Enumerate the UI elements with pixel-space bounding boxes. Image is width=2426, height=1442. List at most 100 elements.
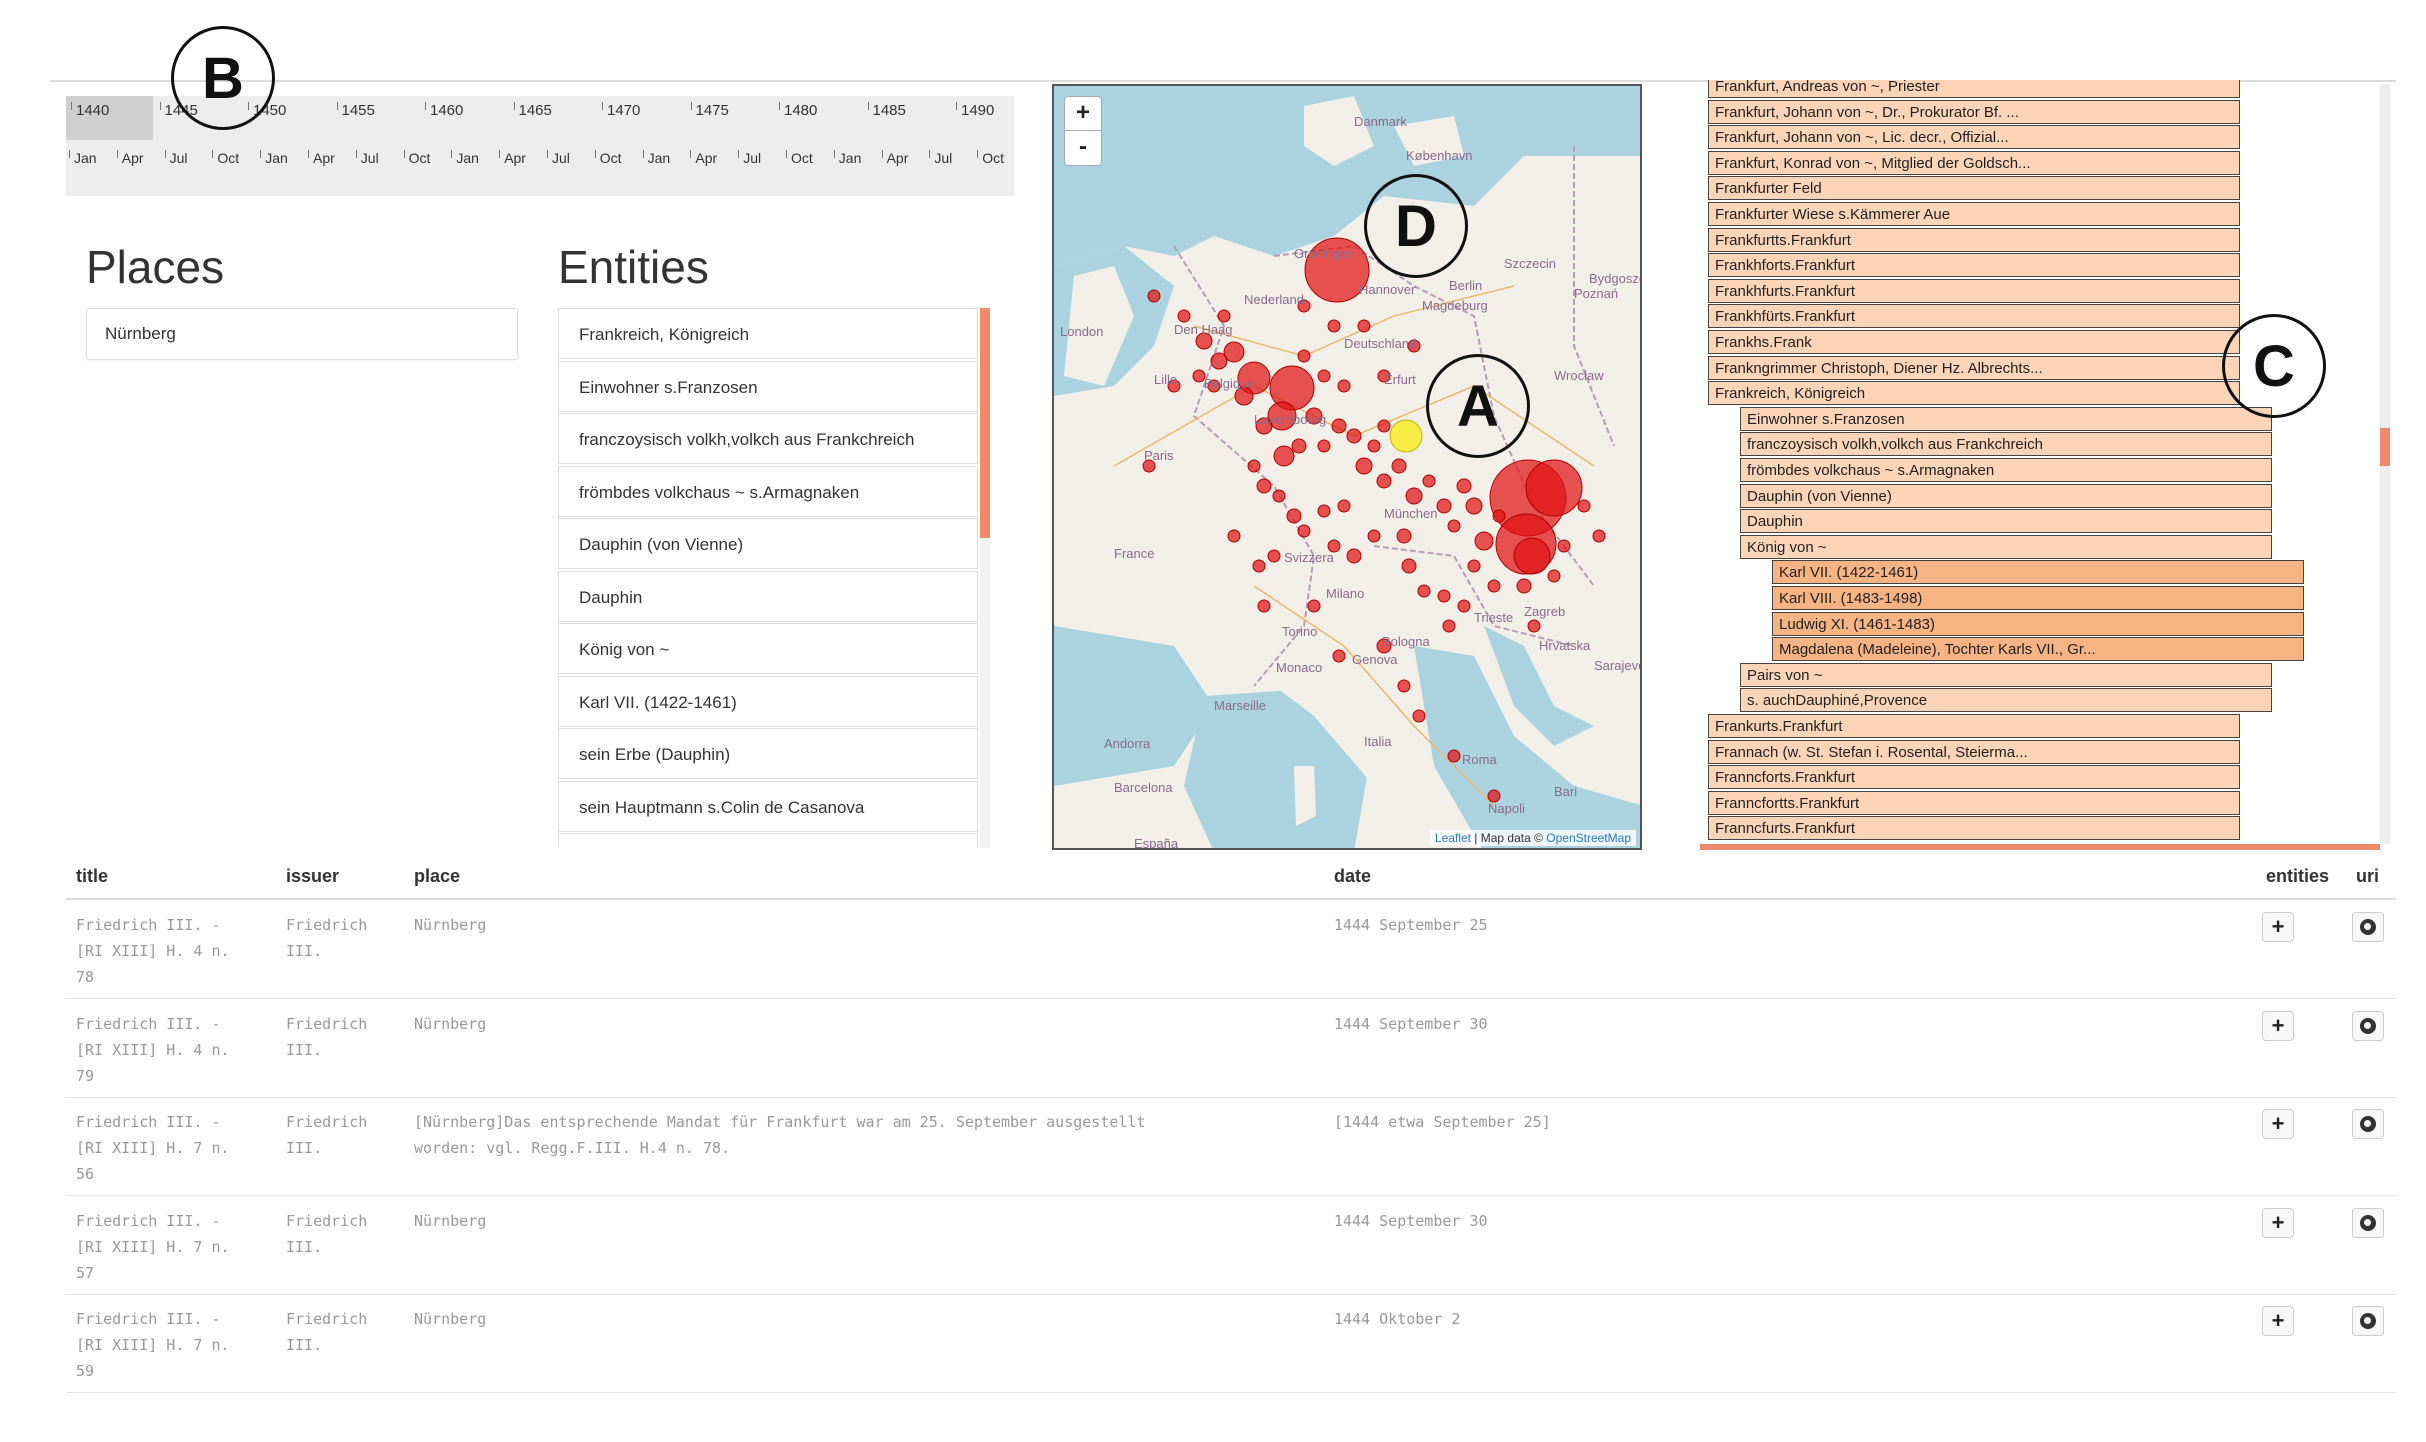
tree-node[interactable]: Magdalena (Madeleine), Tochter Karls VII…	[1772, 637, 2304, 662]
places-list-item[interactable]: Nürnberg	[86, 308, 518, 360]
annotation-a: A	[1426, 354, 1530, 458]
map-place-label: Berlin	[1449, 278, 1483, 293]
tree-node[interactable]: Ludwig XI. (1461-1483)	[1772, 611, 2304, 636]
entity-label: Dauphin (von Vienne)	[579, 535, 744, 554]
map-place-label: España	[1134, 836, 1179, 850]
entity-list-item[interactable]: Einwohner s.Franzosen	[558, 360, 978, 412]
globe-icon	[2360, 1214, 2376, 1231]
add-entities-button[interactable]: +	[2262, 1010, 2294, 1041]
entity-list-item[interactable]: Dauphin	[558, 570, 978, 622]
leaflet-link[interactable]: Leaflet	[1435, 831, 1471, 845]
map-place-label: Zagreb	[1524, 604, 1566, 619]
tree-node[interactable]: Pairs von ~	[1740, 662, 2272, 687]
open-uri-button[interactable]	[2352, 1010, 2384, 1041]
zoom-out-button[interactable]: -	[1064, 130, 1102, 166]
globe-icon	[2360, 919, 2376, 935]
add-entities-button[interactable]: +	[2262, 912, 2294, 942]
open-uri-button[interactable]	[2352, 1306, 2384, 1336]
tree-node[interactable]: Karl VII. (1422-1461)	[1772, 560, 2304, 585]
header-date[interactable]: date	[1334, 866, 1371, 887]
entity-label: sein Erbe (Dauphin)	[579, 745, 731, 764]
tree-scrollbar-thumb[interactable]	[2380, 428, 2390, 466]
tree-node[interactable]: frömbdes volkchaus ~ s.Armagnaken	[1740, 458, 2272, 482]
tree-node[interactable]: Franncforts.Frankfurt	[1708, 765, 2240, 790]
timeline-month-tick: Jan	[260, 150, 288, 166]
header-place[interactable]: place	[414, 866, 460, 887]
tree-node[interactable]: Dauphin	[1740, 509, 2272, 534]
globe-icon	[2360, 1313, 2376, 1329]
tree-scrollbar[interactable]	[2380, 84, 2390, 844]
open-uri-button[interactable]	[2352, 912, 2384, 942]
entities-list[interactable]: Frankreich, Königreich Einwohner s.Franzo…	[558, 308, 988, 848]
tree-node[interactable]: Frankfurter Feld	[1708, 176, 2240, 201]
entity-tree[interactable]: Frankfurt, Andreas von ~, Priester Frankf…	[1700, 80, 2390, 850]
tree-node[interactable]: s. auchDauphiné,Provence	[1740, 688, 2272, 713]
map-place-label: Lille	[1154, 372, 1178, 387]
tree-node[interactable]: Frankfurter Wiese s.Kämmerer Aue	[1708, 202, 2240, 226]
map[interactable]: Danmark København Szczecin BydgoszczPoznań G…	[1052, 84, 1642, 850]
map-place-label: Sarajevo	[1594, 658, 1642, 673]
tree-node[interactable]: Franncfurts.Frankfurt	[1708, 816, 2240, 841]
tree-node[interactable]: König von ~	[1740, 534, 2272, 559]
tree-node[interactable]: Frankfurt, Johann von ~, Dr., Prokurator…	[1708, 99, 2240, 124]
tree-node[interactable]: Einwohner s.Franzosen	[1740, 406, 2272, 431]
entity-list-item[interactable]: sein Hauptmann s.Colin de Casanova	[558, 780, 978, 832]
timeline-month-tick: Oct	[786, 150, 813, 166]
entity-list-item[interactable]: Karl VII. (1422-1461)	[558, 675, 978, 727]
tree-node[interactable]: Karl VIII. (1483-1498)	[1772, 586, 2304, 610]
cell-date: 1444 September 25	[1334, 916, 1488, 934]
tree-horizontal-scrollbar[interactable]	[1700, 844, 2380, 850]
entities-scrollbar[interactable]	[980, 308, 990, 848]
tree-node[interactable]: Frannach (w. St. Stefan i. Rosental, Ste…	[1708, 739, 2240, 764]
map-place-label: Marseille	[1214, 698, 1267, 713]
timeline-month-tick: Jul	[738, 150, 762, 166]
attribution-text: | Map data ©	[1470, 831, 1547, 845]
entity-list-item[interactable]	[558, 833, 978, 848]
map-place-label: Monaco	[1276, 660, 1323, 675]
tree-node[interactable]: Frankhfurts.Frankfurt	[1708, 278, 2240, 303]
entities-title: Entities	[558, 241, 709, 293]
table-row: Friedrich III. - [RI XIII] H. 7 n. 56 Fri…	[66, 1097, 2396, 1196]
timeline-year-tick: 1485	[867, 102, 906, 119]
tree-node[interactable]: Frankfurtts.Frankfurt	[1708, 227, 2240, 252]
entity-list-item[interactable]: König von ~	[558, 623, 978, 674]
tree-node[interactable]: Frankhfürts.Frankfurt	[1708, 304, 2240, 329]
entity-label: sein Hauptmann s.Colin de Casanova	[579, 797, 865, 817]
annotation-d: D	[1364, 174, 1468, 278]
entities-scrollbar-thumb[interactable]	[980, 308, 990, 538]
map-place-label: Svizzera	[1284, 550, 1334, 565]
entity-list-item[interactable]: franczoysisch volkh,volkch aus Frankchre…	[558, 413, 978, 464]
header-entities[interactable]: entities	[2266, 866, 2329, 887]
entity-list-item[interactable]: Frankreich, Königreich	[558, 308, 978, 359]
tree-node[interactable]: Franncfortts.Frankfurt	[1708, 790, 2240, 815]
open-uri-button[interactable]	[2352, 1207, 2384, 1238]
tree-node[interactable]: Frankfurt, Konrad von ~, Mitglied der Go…	[1708, 150, 2240, 175]
open-uri-button[interactable]	[2352, 1109, 2384, 1139]
map-place-label: Magdeburg	[1422, 298, 1488, 313]
header-title[interactable]: title	[76, 866, 108, 887]
tree-node[interactable]: Frankreich, Königreich	[1708, 381, 2240, 406]
tree-node[interactable]: Frankhforts.Frankfurt	[1708, 253, 2240, 278]
zoom-in-button[interactable]: +	[1064, 96, 1102, 132]
add-entities-button[interactable]: +	[2262, 1207, 2294, 1238]
tree-node[interactable]: franczoysisch volkh,volkch aus Frankchre…	[1740, 432, 2272, 457]
header-uri[interactable]: uri	[2356, 866, 2379, 887]
add-entities-button[interactable]: +	[2262, 1306, 2294, 1336]
tree-node[interactable]: Frankfurt, Johann von ~, Lic. decr., Off…	[1708, 125, 2240, 150]
cell-issuer: Friedrich III.	[286, 1211, 368, 1256]
timeline-month-tick: Jan	[451, 150, 479, 166]
map-place-label: London	[1060, 324, 1104, 339]
add-entities-button[interactable]: +	[2262, 1109, 2294, 1139]
header-issuer[interactable]: issuer	[286, 866, 339, 887]
tree-node[interactable]: Frankfurt, Andreas von ~, Priester	[1708, 80, 2240, 98]
tree-node[interactable]: Dauphin (von Vienne)	[1740, 483, 2272, 508]
tree-node[interactable]: Frankngrimmer Christoph, Diener Hz. Albr…	[1708, 355, 2240, 380]
osm-link[interactable]: OpenStreetMap	[1546, 831, 1631, 845]
entity-list-item[interactable]: Dauphin (von Vienne)	[558, 518, 978, 569]
timeline-month-tick: Jan	[642, 150, 671, 166]
entity-list-item[interactable]: frömbdes volkchaus ~ s.Armagnaken	[558, 465, 978, 517]
cell-issuer: Friedrich III.	[286, 1014, 368, 1059]
tree-node[interactable]: Frankhs.Frank	[1708, 330, 2240, 354]
entity-list-item[interactable]: sein Erbe (Dauphin)	[558, 728, 978, 779]
tree-node[interactable]: Frankurts.Frankfurt	[1708, 714, 2240, 738]
